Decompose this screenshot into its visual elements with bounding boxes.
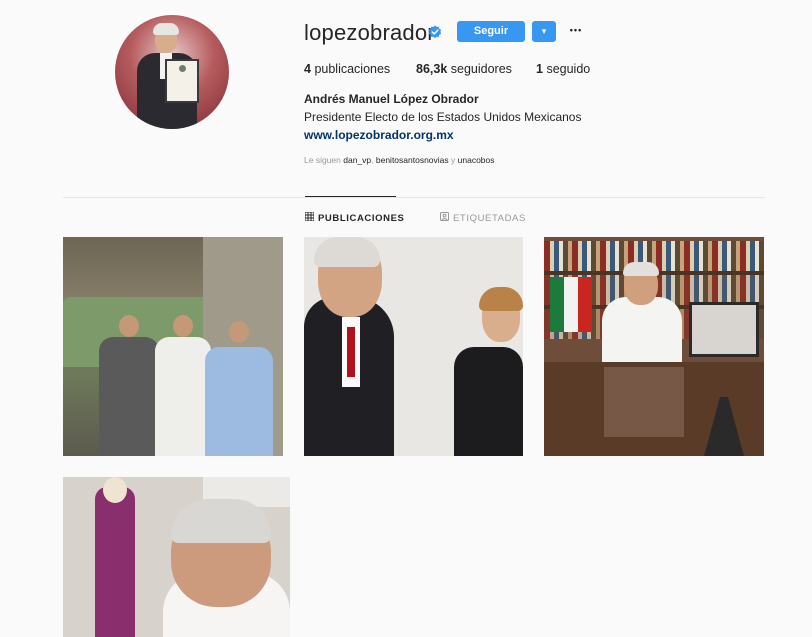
tagged-icon bbox=[440, 212, 449, 224]
post-thumbnail[interactable] bbox=[304, 237, 523, 456]
follower-account-link[interactable]: dan_vp bbox=[343, 155, 371, 165]
post-person bbox=[205, 347, 273, 456]
follower-account-link[interactable]: benitosantosnovias bbox=[376, 155, 449, 165]
post-reflection bbox=[604, 367, 684, 437]
post-thumbnail[interactable] bbox=[63, 477, 290, 637]
avatar-certificate bbox=[165, 59, 199, 103]
post-person-hair bbox=[314, 237, 380, 267]
post-thumbnail[interactable] bbox=[63, 237, 283, 456]
verified-badge-icon bbox=[428, 25, 442, 39]
chevron-down-icon: ▾ bbox=[541, 26, 547, 36]
post-person-head bbox=[173, 315, 193, 337]
post-person bbox=[602, 297, 682, 367]
tab-etiquetadas[interactable]: ETIQUETADAS bbox=[440, 212, 526, 224]
posts-count: 4 publicaciones bbox=[304, 62, 391, 76]
profile-website-link[interactable]: www.lopezobrador.org.mx bbox=[304, 128, 454, 142]
profile-bio: Presidente Electo de los Estados Unidos … bbox=[304, 110, 582, 124]
suggestions-dropdown-button[interactable]: ▾ bbox=[532, 21, 556, 42]
profile-full-name: Andrés Manuel López Obrador bbox=[304, 92, 479, 106]
post-person-hair bbox=[623, 262, 659, 276]
post-flag bbox=[550, 277, 564, 332]
profile-avatar[interactable] bbox=[115, 15, 229, 129]
post-flag bbox=[564, 277, 578, 332]
follow-button[interactable]: Seguir bbox=[457, 21, 525, 42]
more-options-button[interactable]: ••• bbox=[566, 20, 586, 40]
post-person-hair bbox=[479, 287, 523, 311]
following-count[interactable]: 1 seguido bbox=[536, 62, 590, 76]
post-skull bbox=[103, 477, 127, 503]
followed-by-text[interactable]: Le siguen dan_vp, benitosantosnovias y u… bbox=[304, 155, 495, 165]
follower-account-link[interactable]: unacobos bbox=[458, 155, 495, 165]
profile-username: lopezobrador bbox=[304, 20, 435, 45]
grid-icon bbox=[304, 211, 315, 224]
post-catrina-figure bbox=[95, 487, 135, 637]
avatar-figure-hair bbox=[153, 23, 179, 35]
post-person-hair bbox=[171, 499, 271, 543]
more-options-icon: ••• bbox=[569, 25, 583, 35]
post-person bbox=[99, 337, 159, 456]
post-person bbox=[155, 337, 211, 456]
followers-count[interactable]: 86,3k seguidores bbox=[416, 62, 512, 76]
post-person-head bbox=[119, 315, 139, 337]
post-person bbox=[454, 347, 523, 456]
post-monitor bbox=[689, 302, 759, 357]
tabs-divider bbox=[63, 197, 765, 198]
post-flag bbox=[578, 277, 592, 332]
active-tab-indicator bbox=[305, 196, 396, 197]
post-person-head bbox=[229, 321, 249, 343]
post-thumbnail[interactable] bbox=[544, 237, 764, 456]
tab-publicaciones[interactable]: PUBLICACIONES bbox=[304, 211, 404, 224]
post-tie bbox=[347, 327, 355, 377]
